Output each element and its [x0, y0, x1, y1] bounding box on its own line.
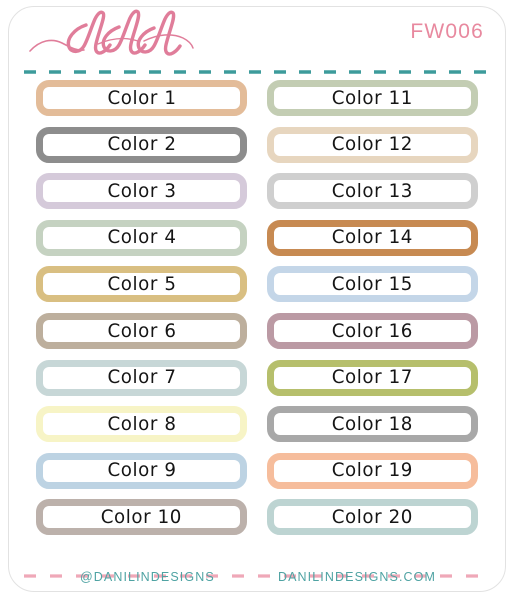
color-label-chip[interactable]: Color 6 — [36, 313, 247, 349]
bottom-dashed-divider — [22, 563, 492, 578]
color-label-text: Color 11 — [331, 86, 414, 109]
color-label-text: Color 3 — [106, 179, 177, 202]
color-label-text: Color 2 — [106, 133, 177, 156]
color-label-chip[interactable]: Color 20 — [267, 499, 478, 536]
color-label-text: Color 6 — [106, 319, 177, 342]
sticker-sheet: FW006 Color 1 Color 2 Color 3 Color 4 Color … — [0, 0, 514, 600]
color-label-text: Color 12 — [331, 133, 414, 156]
color-label-chip[interactable]: Color 4 — [36, 219, 247, 256]
color-label-chip[interactable]: Color 16 — [267, 313, 478, 349]
color-label-text: Color 10 — [100, 505, 183, 528]
label-column-right: Color 11 Color 12 Color 13 Color 14 Color 15… — [267, 80, 478, 546]
color-label-chip[interactable]: Color 17 — [267, 359, 478, 396]
color-label-chip[interactable]: Color 3 — [36, 173, 247, 210]
color-label-chip[interactable]: Color 15 — [267, 266, 478, 303]
color-label-text: Color 7 — [106, 366, 177, 389]
color-label-chip[interactable]: Color 8 — [36, 406, 247, 443]
color-label-chip[interactable]: Color 7 — [36, 359, 247, 396]
color-label-chip[interactable]: Color 12 — [267, 126, 478, 163]
sheet-header: FW006 — [8, 6, 506, 64]
color-label-chip[interactable]: Color 10 — [36, 499, 247, 536]
color-label-chip[interactable]: Color 18 — [267, 406, 478, 443]
color-label-text: Color 19 — [331, 459, 414, 482]
color-label-text: Color 13 — [331, 179, 414, 202]
color-label-text: Color 17 — [331, 366, 414, 389]
color-label-text: Color 16 — [331, 319, 414, 342]
color-label-text: Color 9 — [106, 459, 177, 482]
color-label-chip[interactable]: Color 2 — [36, 126, 247, 163]
color-label-text: Color 15 — [331, 272, 414, 295]
color-label-chip[interactable]: Color 13 — [267, 173, 478, 210]
dld-script-logo — [26, 8, 196, 62]
color-label-text: Color 14 — [331, 226, 414, 249]
color-label-chip[interactable]: Color 5 — [36, 266, 247, 303]
color-label-chip[interactable]: Color 14 — [267, 219, 478, 256]
top-dashed-divider — [22, 59, 492, 74]
color-label-chip[interactable]: Color 19 — [267, 452, 478, 489]
label-grid: Color 1 Color 2 Color 3 Color 4 Color 5 Color… — [36, 80, 478, 546]
color-label-text: Color 5 — [106, 272, 177, 295]
label-column-left: Color 1 Color 2 Color 3 Color 4 Color 5 Color… — [36, 80, 247, 546]
sheet-footer: @DANILINDESIGNS DANILINDESIGNS.COM — [8, 570, 506, 594]
color-label-text: Color 1 — [106, 86, 177, 109]
color-label-chip[interactable]: Color 1 — [36, 80, 247, 116]
color-label-chip[interactable]: Color 11 — [267, 80, 478, 116]
footer-social-handle: @DANILINDESIGNS — [80, 570, 215, 584]
color-label-chip[interactable]: Color 9 — [36, 452, 247, 489]
color-label-text: Color 4 — [106, 226, 177, 249]
color-label-text: Color 8 — [106, 412, 177, 435]
color-label-text: Color 20 — [331, 505, 414, 528]
color-label-text: Color 18 — [331, 412, 414, 435]
footer-website: DANILINDESIGNS.COM — [277, 570, 436, 584]
sheet-code-label: FW006 — [410, 20, 484, 43]
